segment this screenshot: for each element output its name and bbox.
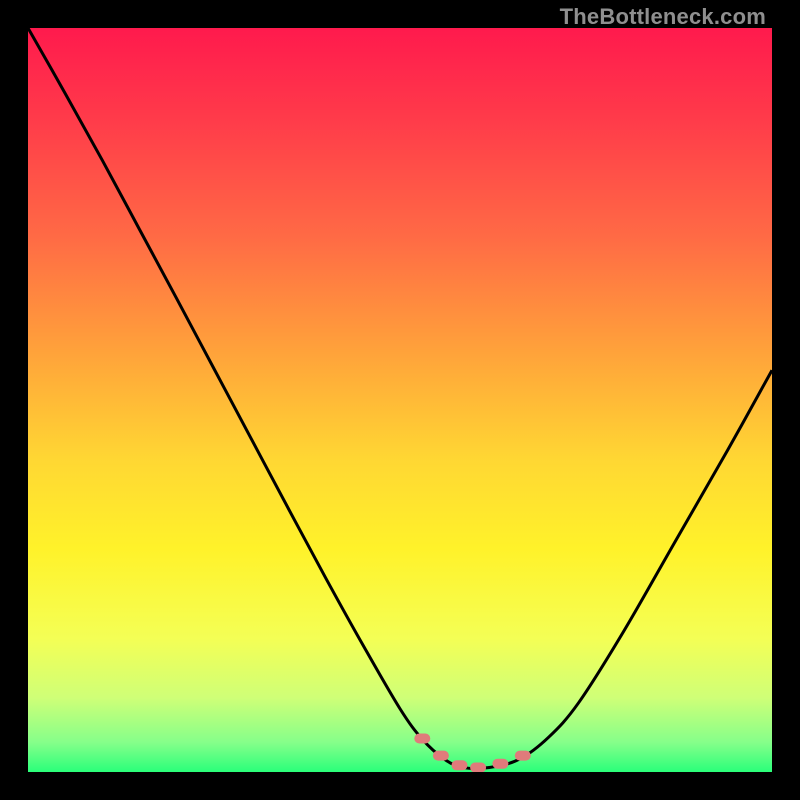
chart-frame: [28, 28, 772, 772]
optimum-marker: [433, 751, 449, 761]
optimum-marker: [515, 751, 531, 761]
optimum-marker: [414, 734, 430, 744]
optimum-marker: [452, 760, 468, 770]
optimum-marker: [492, 759, 508, 769]
gradient-background: [28, 28, 772, 772]
optimum-marker: [470, 763, 486, 773]
watermark-text: TheBottleneck.com: [560, 4, 766, 30]
chart-svg: [28, 28, 772, 772]
plot-area: [28, 28, 772, 772]
